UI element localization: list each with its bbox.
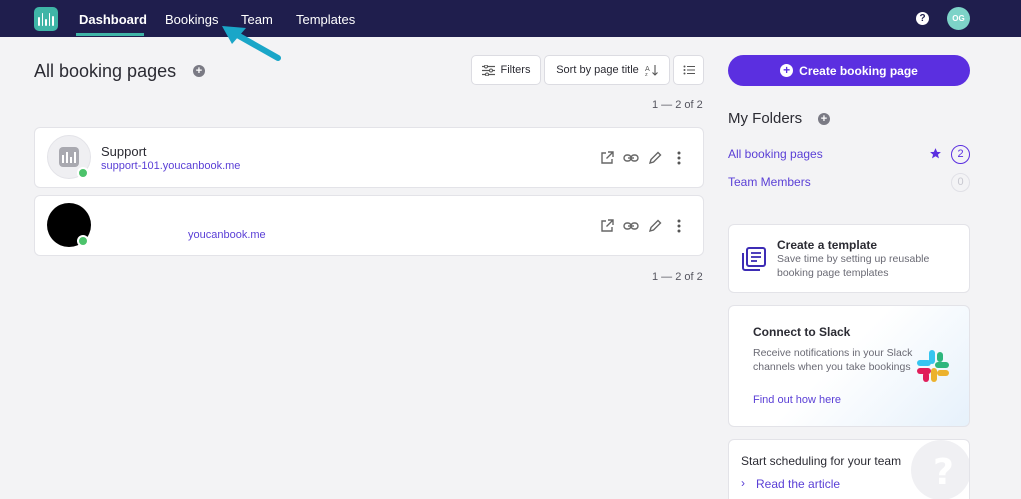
- top-nav: Dashboard Bookings Team Templates ? OG: [0, 0, 1021, 37]
- booking-page-card[interactable]: Support support-101.youcanbook.me: [34, 127, 704, 188]
- user-avatar[interactable]: OG: [947, 7, 970, 30]
- more-options-icon[interactable]: [671, 218, 687, 234]
- sort-button[interactable]: Sort by page title A z: [544, 55, 670, 85]
- page-title: All booking pages: [34, 61, 177, 81]
- nav-dashboard[interactable]: Dashboard: [79, 12, 147, 27]
- help-icon[interactable]: ?: [916, 12, 929, 25]
- list-view-button[interactable]: [673, 55, 704, 85]
- sort-label: Sort by page title: [556, 64, 639, 76]
- svg-text:?: ?: [933, 452, 954, 493]
- open-external-icon[interactable]: [599, 218, 615, 234]
- template-card-text: Save time by setting up reusable booking…: [777, 253, 930, 279]
- create-booking-page-label: Create booking page: [799, 63, 918, 78]
- template-card-title: Create a template: [777, 238, 878, 252]
- nav-templates[interactable]: Templates: [296, 12, 355, 27]
- copy-link-icon[interactable]: [623, 150, 639, 166]
- status-online-icon: [77, 235, 89, 247]
- create-booking-page-button[interactable]: + Create booking page: [728, 55, 970, 86]
- booking-page-name: Support: [101, 144, 147, 159]
- filters-button[interactable]: Filters: [471, 55, 541, 85]
- folders-title: My Folders: [728, 110, 803, 127]
- pagination-count-bottom: 1 — 2 of 2: [652, 271, 703, 283]
- slack-logo-icon: [917, 350, 949, 382]
- star-icon[interactable]: [929, 147, 942, 160]
- filters-icon: [481, 64, 495, 76]
- chevron-right-icon: ›: [741, 476, 745, 490]
- svg-text:z: z: [645, 72, 648, 76]
- folder-count-badge: 2: [951, 145, 970, 164]
- nav-bookings[interactable]: Bookings: [165, 12, 218, 27]
- sort-az-icon: A z: [645, 65, 658, 76]
- folder-team-members[interactable]: Team Members: [728, 175, 811, 189]
- add-folder-icon[interactable]: +: [818, 113, 830, 125]
- booking-page-card[interactable]: youcanbook.me: [34, 195, 704, 256]
- start-scheduling-card: ? Start scheduling for your team › Read …: [728, 439, 970, 499]
- nav-active-indicator: [76, 33, 144, 36]
- scheduling-card-title: Start scheduling for your team: [741, 454, 902, 468]
- app-logo-icon[interactable]: [34, 7, 58, 31]
- copy-link-icon[interactable]: [623, 218, 639, 234]
- folder-count-badge: 0: [951, 173, 970, 192]
- slack-card-link[interactable]: Find out how here: [753, 394, 841, 406]
- filters-label: Filters: [500, 64, 531, 76]
- open-external-icon[interactable]: [599, 150, 615, 166]
- status-online-icon: [77, 167, 89, 179]
- slack-card-title: Connect to Slack: [753, 325, 851, 339]
- edit-pencil-icon[interactable]: [647, 150, 663, 166]
- create-template-card[interactable]: Create a template Save time by setting u…: [728, 224, 970, 293]
- read-article-link[interactable]: Read the article: [756, 477, 840, 491]
- folder-all-booking-pages[interactable]: All booking pages: [728, 147, 823, 161]
- pointer-arrow-icon: [222, 26, 281, 61]
- template-icon: [742, 247, 766, 271]
- booking-page-link[interactable]: support-101.youcanbook.me: [101, 160, 240, 172]
- booking-page-logo-icon: [59, 147, 79, 167]
- edit-pencil-icon[interactable]: [647, 218, 663, 234]
- pagination-count-top: 1 — 2 of 2: [652, 99, 703, 111]
- plus-icon: +: [780, 64, 794, 77]
- connect-slack-card: Connect to Slack Receive notifications i…: [728, 305, 970, 427]
- slack-card-text: Receive notifications in your Slack chan…: [753, 347, 913, 373]
- booking-page-link[interactable]: youcanbook.me: [188, 229, 266, 241]
- question-watermark-icon: ?: [911, 440, 969, 499]
- add-booking-page-icon[interactable]: +: [193, 65, 205, 77]
- list-view-icon: [683, 65, 695, 75]
- more-options-icon[interactable]: [671, 150, 687, 166]
